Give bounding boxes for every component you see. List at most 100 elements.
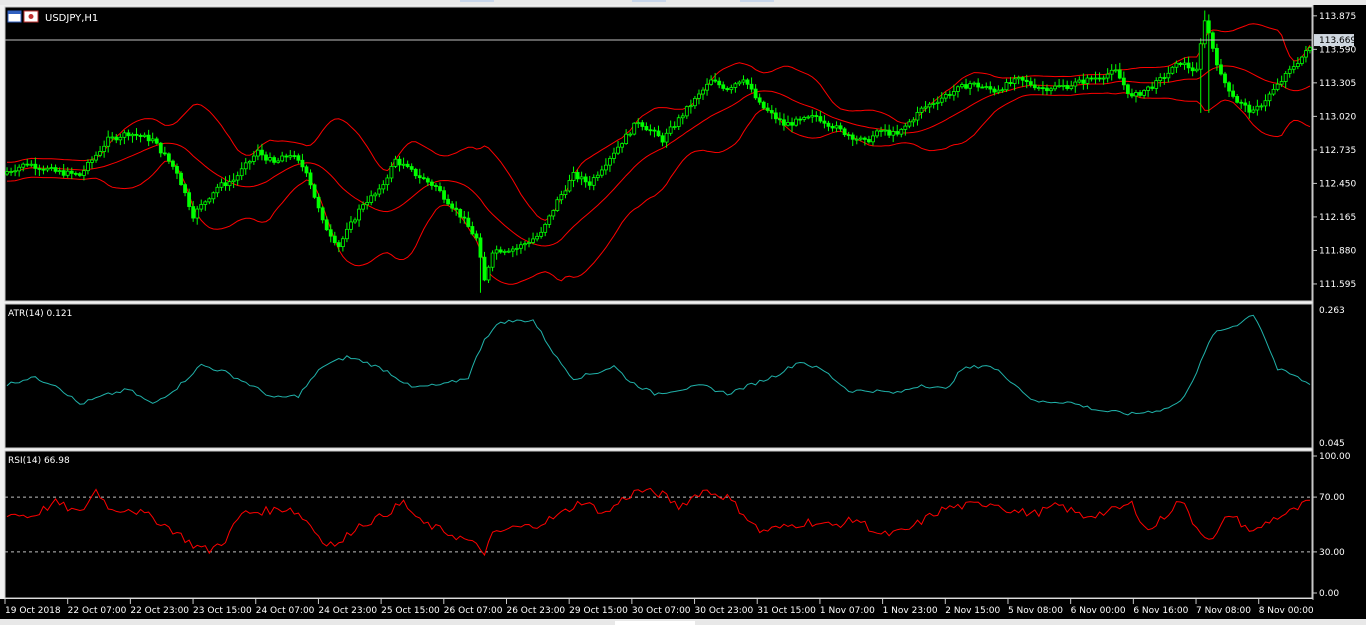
candle-body (1174, 62, 1179, 68)
candle-body (349, 221, 353, 230)
candle-body (539, 231, 544, 237)
candle-body (1053, 85, 1057, 90)
candle-body (956, 86, 960, 92)
candle-body (215, 186, 220, 194)
candle-body (1279, 81, 1284, 85)
candle-body (486, 266, 491, 281)
candle-body (595, 174, 600, 178)
candle-body (806, 116, 811, 119)
candle-body (158, 142, 163, 154)
candle-body (227, 181, 232, 187)
candle-body (717, 80, 722, 86)
candle[interactable] (632, 121, 637, 136)
candle-body (834, 125, 839, 129)
candle-body (272, 157, 276, 163)
candle-body (648, 129, 653, 132)
candle-body (1271, 88, 1276, 95)
candle-body (1113, 69, 1118, 72)
candle[interactable] (1170, 65, 1175, 75)
candle-body (790, 122, 794, 126)
candle-body (510, 248, 515, 252)
candle-body (632, 122, 637, 135)
candle[interactable] (179, 171, 183, 186)
candle-body (786, 122, 790, 126)
flag-icon-dot (28, 14, 34, 19)
candle-body (199, 204, 204, 210)
time-tick-label: 24 Oct 23:00 (318, 606, 377, 616)
candle-body (1016, 77, 1021, 80)
candle-body (413, 168, 418, 177)
candle-body (498, 249, 503, 253)
candle-body (527, 242, 531, 244)
candle-body (984, 86, 989, 88)
candle-body (1275, 83, 1280, 90)
candle-body (939, 97, 944, 103)
candle-body (705, 83, 709, 91)
candle-body (818, 116, 823, 122)
candle-body (239, 168, 244, 177)
candle-body (33, 163, 38, 169)
candle-body (693, 97, 697, 107)
candle-body (814, 115, 819, 117)
candle-body (773, 112, 778, 120)
chart-canvas[interactable]: 113.875 113.590 113.305 113.020 112.735 112.4… (0, 0, 1366, 625)
candle-body (1291, 66, 1296, 70)
candle-body (207, 198, 212, 203)
price-pane[interactable] (4, 6, 1313, 302)
candle-body (296, 155, 301, 161)
candle-body (737, 81, 742, 85)
candle-body (264, 154, 268, 161)
candle-body (1041, 87, 1045, 90)
candle-body (1085, 77, 1090, 84)
rsi-tick-label: 100.00 (1319, 452, 1351, 462)
candle-body (895, 131, 900, 135)
candle-body (968, 83, 972, 89)
candle-body (353, 219, 357, 223)
time-tick-label: 29 Oct 15:00 (569, 606, 628, 616)
candle-body (709, 79, 714, 85)
price-tick-label: 113.875 (1319, 12, 1356, 22)
candle-body (765, 107, 770, 111)
candle-body (150, 138, 155, 142)
candle-body (782, 119, 786, 126)
candle-body (308, 172, 313, 186)
candle-body (458, 209, 463, 218)
candle-body (1105, 73, 1110, 79)
candle-body (1166, 72, 1171, 79)
candle-body (454, 207, 459, 210)
candle-body (559, 194, 564, 201)
candle-body (838, 125, 843, 130)
candle-body (251, 155, 256, 162)
chart-window-icon[interactable] (7, 10, 22, 23)
candle-body (907, 121, 912, 127)
candle-body (935, 101, 940, 104)
candle-body (535, 235, 540, 240)
candle-body (1259, 105, 1264, 108)
candle-body (146, 134, 151, 142)
candle-body (320, 207, 325, 221)
candle-body (138, 135, 143, 137)
candle-body (304, 166, 309, 174)
candle-body (1142, 90, 1146, 96)
candle[interactable] (312, 183, 317, 199)
candle-body (288, 155, 293, 158)
candle-body (77, 173, 82, 176)
candle-body (1170, 66, 1175, 74)
candle-body (960, 84, 964, 88)
candle-body (729, 87, 734, 91)
candle-body (1186, 62, 1191, 69)
candle-body (166, 153, 171, 162)
rsi-pane[interactable] (4, 450, 1313, 599)
candle-body (640, 122, 645, 127)
candle-body (1138, 92, 1142, 96)
price-tick-label: 111.595 (1319, 280, 1356, 290)
flag-icon[interactable] (23, 10, 39, 23)
price-tick-label: 112.165 (1319, 213, 1356, 223)
candle-body (57, 170, 62, 173)
candle-body (377, 188, 382, 195)
scrollbar-thumb[interactable] (615, 621, 695, 625)
atr-pane[interactable] (4, 303, 1313, 449)
time-tick-label: 31 Oct 15:00 (757, 606, 816, 616)
candle-body (616, 146, 620, 154)
candle-body (373, 193, 378, 197)
